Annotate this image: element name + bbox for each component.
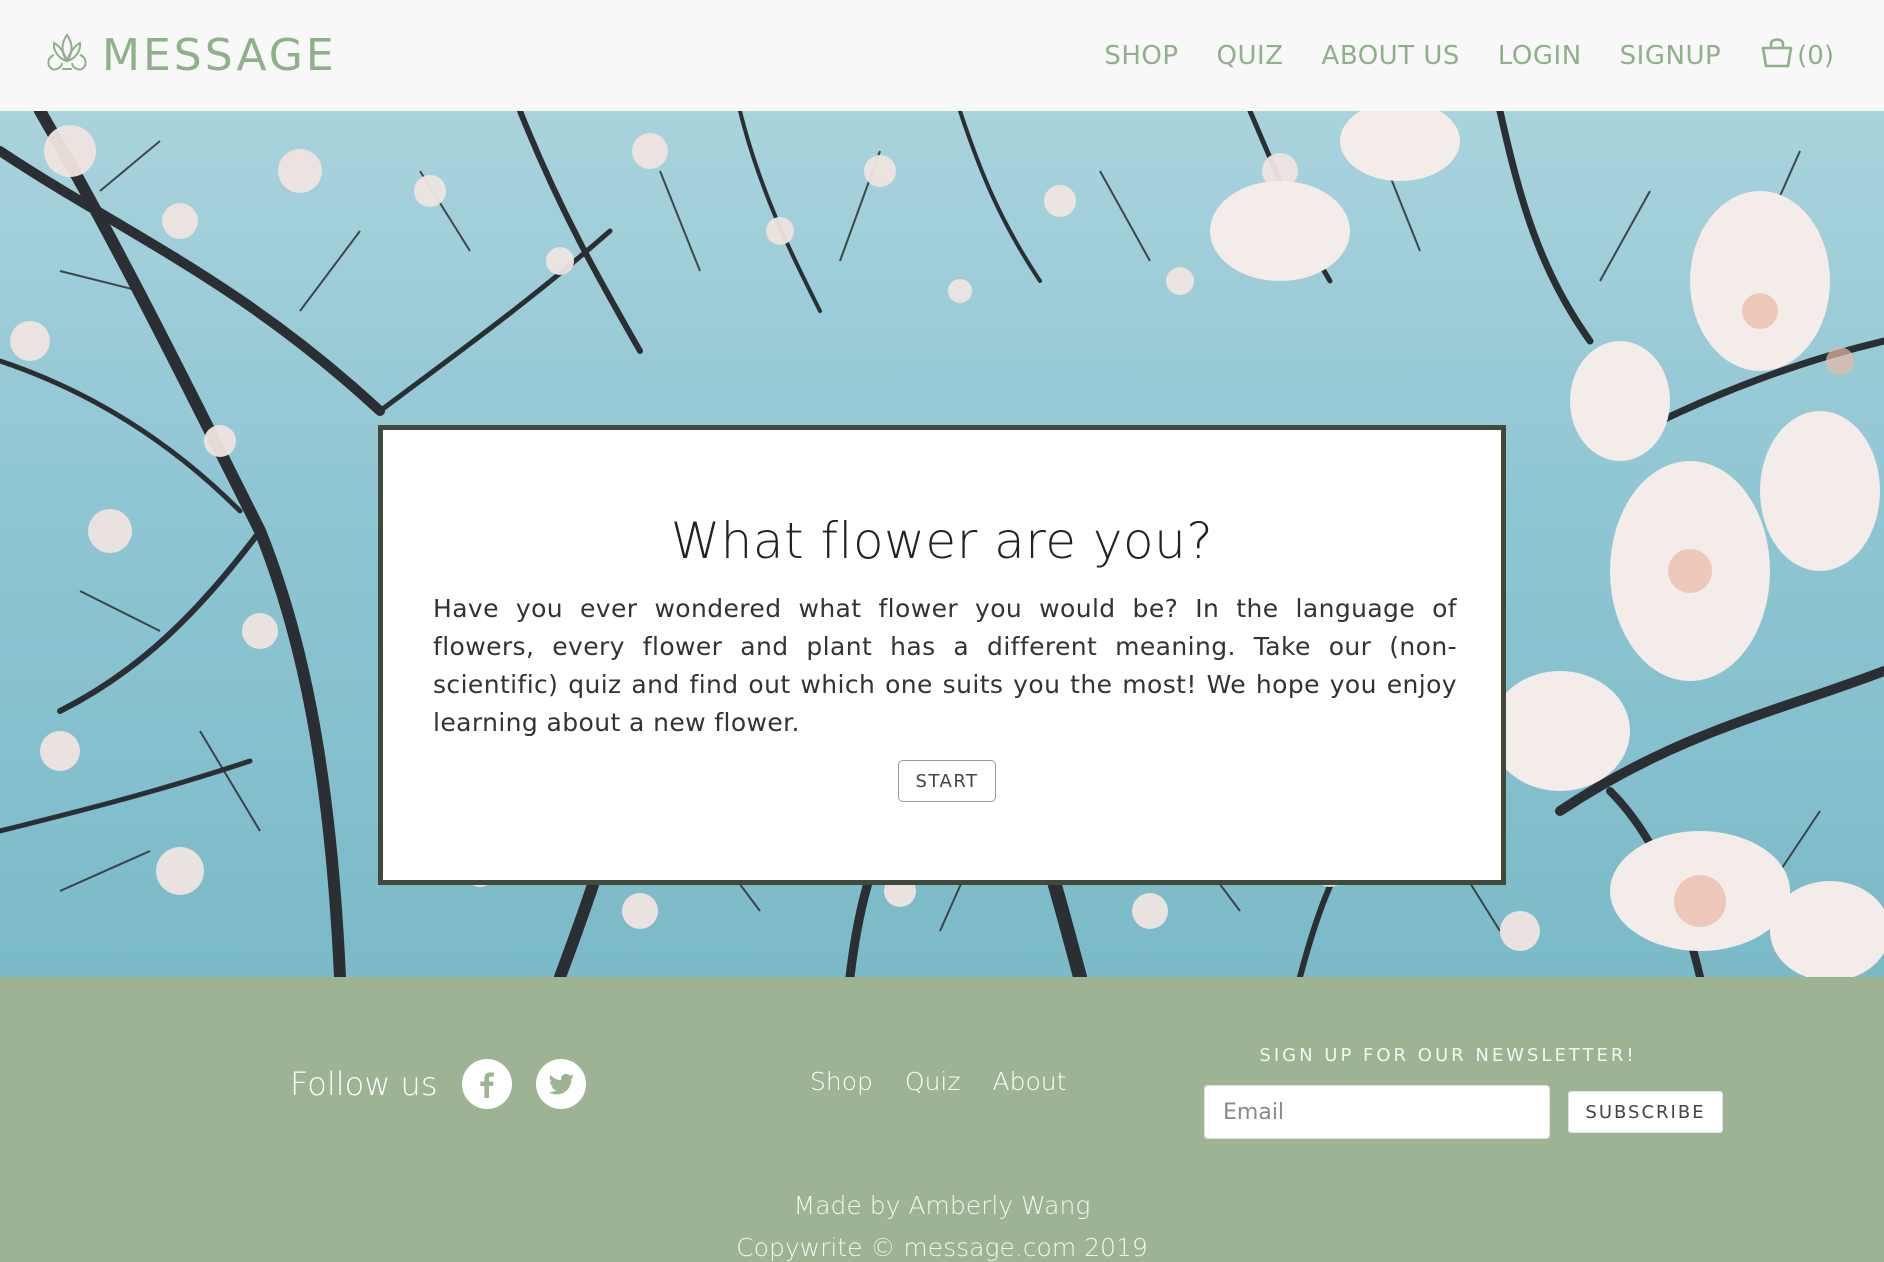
logo-text: MESSAGE bbox=[102, 29, 337, 81]
nav-shop[interactable]: SHOP bbox=[1104, 41, 1178, 71]
copyright-text: Copywrite © message.com 2019 bbox=[736, 1233, 1148, 1262]
quiz-description: Have you ever wondered what flower you w… bbox=[433, 594, 1457, 737]
footer-link-about[interactable]: About bbox=[992, 1067, 1066, 1096]
nav-about-us[interactable]: ABOUT US bbox=[1322, 41, 1460, 71]
quiz-title: What flower are you? bbox=[670, 512, 1214, 570]
twitter-icon[interactable] bbox=[535, 1059, 586, 1109]
subscribe-button[interactable]: SUBSCRIBE bbox=[1568, 1091, 1723, 1133]
footer-links: Shop Quiz About bbox=[810, 1067, 1098, 1096]
cart-button[interactable]: (0) bbox=[1759, 34, 1834, 77]
logo[interactable]: MESSAGE bbox=[42, 28, 337, 82]
email-field[interactable] bbox=[1204, 1085, 1550, 1139]
facebook-icon[interactable] bbox=[461, 1059, 512, 1109]
footer-link-shop[interactable]: Shop bbox=[810, 1067, 873, 1096]
site-footer: Follow us Shop Quiz About SIGN UP FOR OU… bbox=[0, 977, 1884, 1262]
footer-link-quiz[interactable]: Quiz bbox=[905, 1067, 961, 1096]
follow-us: Follow us bbox=[290, 1059, 586, 1109]
lotus-logo-icon bbox=[42, 29, 92, 81]
hero-section: What flower are you? Have you ever wonde… bbox=[0, 111, 1884, 977]
site-header: MESSAGE SHOP QUIZ ABOUT US LOGIN SIGNUP … bbox=[0, 0, 1884, 111]
cart-count: (0) bbox=[1797, 40, 1834, 71]
newsletter-label: SIGN UP FOR OUR NEWSLETTER! bbox=[1259, 1045, 1637, 1066]
nav-quiz[interactable]: QUIZ bbox=[1217, 41, 1284, 71]
quiz-intro-card: What flower are you? Have you ever wonde… bbox=[378, 425, 1506, 885]
shopping-bag-icon bbox=[1759, 34, 1797, 77]
made-by-text: Made by Amberly Wang bbox=[793, 1191, 1091, 1220]
nav-login[interactable]: LOGIN bbox=[1498, 41, 1582, 71]
start-button[interactable]: START bbox=[898, 760, 996, 802]
follow-label: Follow us bbox=[290, 1065, 438, 1103]
nav-signup[interactable]: SIGNUP bbox=[1620, 41, 1721, 71]
main-nav: SHOP QUIZ ABOUT US LOGIN SIGNUP (0) bbox=[1066, 0, 1834, 111]
